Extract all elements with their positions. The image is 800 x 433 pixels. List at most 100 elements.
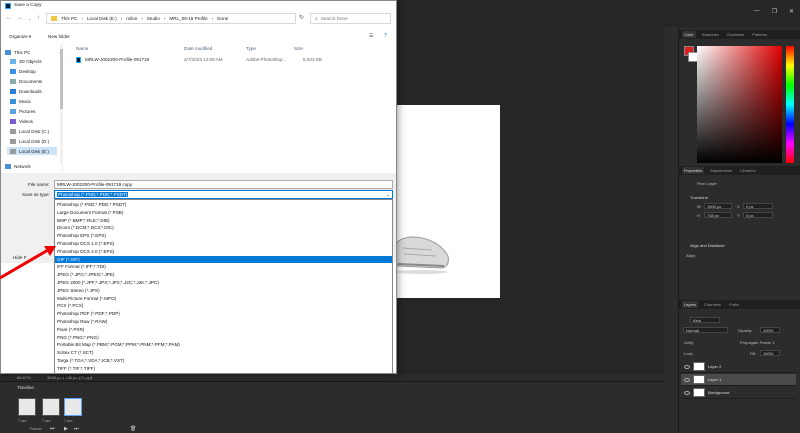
up-folder-icon[interactable]: ↑	[37, 15, 40, 21]
sidebar-item-disk-c[interactable]: Local Disk (C:)	[10, 127, 49, 135]
file-type-option[interactable]: PCX (*.PCX)	[55, 302, 392, 310]
layer-name[interactable]: Background	[708, 390, 729, 395]
sidebar-item-this-pc[interactable]: This PC	[5, 48, 30, 56]
frame-delay-2[interactable]: 7 sec.	[42, 419, 51, 423]
organize-button[interactable]: Organize ▾	[9, 34, 31, 40]
tab-patterns[interactable]: Patterns	[750, 31, 769, 38]
file-type-option[interactable]: Photoshop Raw (*.RAW)	[55, 318, 392, 326]
file-type-option[interactable]: JPEG (*.JPG;*.JPEG;*.JPE)	[55, 271, 392, 279]
file-type-option[interactable]: Photoshop DCS 2.0 (*.EPS)	[55, 248, 392, 256]
help-icon[interactable]: ?	[384, 33, 387, 39]
file-type-option[interactable]: Multi-Picture Format (*.MPO)	[55, 295, 392, 303]
minimize-icon[interactable]: —	[754, 8, 760, 18]
file-type-option[interactable]: Photoshop EPS (*.EPS)	[55, 232, 392, 240]
play-icon[interactable]: ▶	[64, 426, 68, 432]
blend-mode-select[interactable]: Normal	[683, 327, 728, 333]
column-date[interactable]: Date modified	[184, 46, 212, 51]
breadcrumb-item[interactable]: milon	[126, 16, 137, 21]
color-picker-field[interactable]	[697, 46, 782, 163]
tab-adjustments[interactable]: Adjustments	[708, 167, 734, 174]
tab-layers[interactable]: Layers	[682, 301, 699, 308]
layer-row[interactable]: Background	[681, 387, 796, 399]
hue-slider[interactable]	[786, 46, 794, 163]
layer-row[interactable]: Layer 1	[681, 374, 796, 386]
search-input[interactable]: ⌕ Search Done	[310, 13, 391, 24]
fill-field[interactable]: 100%	[760, 350, 780, 356]
breadcrumb-item[interactable]: Studio	[147, 16, 160, 21]
eye-icon[interactable]	[684, 390, 690, 395]
layer-name[interactable]: Layer 2	[708, 364, 721, 369]
file-type-option[interactable]: Pixar (*.PXR)	[55, 326, 392, 334]
timeline-frame-1[interactable]	[18, 398, 36, 416]
layer-kind-filter[interactable]: Kind	[690, 317, 720, 323]
frame-delay-3[interactable]: 7 sec.	[64, 419, 73, 423]
sidebar-item-3d-objects[interactable]: 3D Objects	[10, 57, 42, 65]
save-type-select[interactable]: Photoshop (*.PSD;*.PDD;*.PSDT) ⌄	[54, 190, 393, 199]
file-type-option[interactable]: TIFF (*.TIF;*.TIFF)	[55, 365, 392, 373]
opacity-field[interactable]: 100%	[760, 327, 780, 333]
tab-paths[interactable]: Paths	[727, 301, 741, 308]
tab-color[interactable]: Color	[682, 31, 696, 38]
breadcrumb-item[interactable]: Local Disk (E:)	[87, 16, 117, 21]
sidebar-item-downloads[interactable]: Downloads	[10, 87, 42, 95]
breadcrumb-item[interactable]: Done	[217, 16, 228, 21]
sidebar-item-music[interactable]: Music	[10, 97, 31, 105]
column-type[interactable]: Type	[246, 46, 256, 51]
breadcrumb-item[interactable]: MRL_09-18 Profile	[169, 16, 207, 21]
file-type-option[interactable]: Large Document Format (*.PSB)	[55, 209, 392, 217]
file-type-option[interactable]: Photoshop (*.PSD;*.PDD;*.PSDT)	[55, 201, 392, 209]
file-type-option[interactable]: Portable Bit Map (*.PBM;*.PGM;*.PPM;*.PN…	[55, 341, 392, 349]
timeline-frame-2[interactable]	[42, 398, 60, 416]
file-row[interactable]: MRLW-J002200-Profile-091719 2/7/2023 12:…	[71, 56, 331, 65]
eye-icon[interactable]	[684, 364, 690, 369]
delete-frame-icon[interactable]: 🗑	[130, 426, 136, 432]
file-type-option[interactable]: Scitex CT (*.SCT)	[55, 349, 392, 357]
file-type-option[interactable]: PNG (*.PNG;*.PNG)	[55, 334, 392, 342]
sidebar-item-videos[interactable]: Videos	[10, 117, 33, 125]
file-type-option[interactable]: Dicom (*.DCM;*.DC3;*.DIC)	[55, 224, 392, 232]
new-folder-button[interactable]: New folder	[48, 34, 70, 39]
tab-properties[interactable]: Properties	[682, 167, 705, 174]
sidebar-item-disk-e[interactable]: Local Disk (E:)	[7, 147, 57, 155]
view-options-icon[interactable]: ☰	[369, 33, 373, 39]
tab-channels[interactable]: Channels	[702, 301, 723, 308]
file-type-option[interactable]: Photoshop DCS 1.0 (*.EPS)	[55, 240, 392, 248]
next-frame-icon[interactable]: ⏭	[74, 426, 79, 432]
refresh-icon[interactable]: ↻	[299, 14, 304, 21]
back-icon[interactable]: ←	[6, 15, 12, 21]
file-type-option[interactable]: IFF Format (*.IFF;*.TDI)	[55, 263, 392, 271]
file-type-option[interactable]: GIF (*.GIF)	[55, 255, 392, 264]
file-type-option[interactable]: BMP (*.BMP;*.RLE;*.DIB)	[55, 217, 392, 225]
width-field[interactable]: 1500 px	[704, 203, 732, 209]
loop-select[interactable]: Forever	[30, 427, 42, 431]
y-field[interactable]: 0 px	[743, 212, 773, 218]
breadcrumb-item[interactable]: This PC	[61, 16, 77, 21]
zoom-level[interactable]: 66.67%	[17, 375, 31, 380]
file-type-option[interactable]: Photoshop PDF (*.PDF;*.PDP)	[55, 310, 392, 318]
file-name-input[interactable]: MRLW-J002200-Profile-091719 copy	[54, 180, 393, 189]
file-type-option[interactable]: JPEG Stereo (*.JPS)	[55, 287, 392, 295]
tab-swatches[interactable]: Swatches	[700, 31, 721, 38]
close-icon[interactable]: ✕	[789, 8, 794, 18]
forward-icon[interactable]: →	[17, 15, 23, 21]
tab-libraries[interactable]: Libraries	[738, 167, 757, 174]
column-name[interactable]: Name	[76, 46, 88, 51]
recent-locations-icon[interactable]: ⌄	[28, 16, 31, 21]
sidebar-item-disk-d[interactable]: Local Disk (D:)	[10, 137, 49, 145]
file-type-option[interactable]: JPEG 2000 (*.JPF;*.JPX;*.JP2;*.J2C;*.J2K…	[55, 279, 392, 287]
x-field[interactable]: 0 px	[743, 203, 773, 209]
frame-delay-1[interactable]: 7 sec.	[18, 419, 27, 423]
layer-name[interactable]: Layer 1	[708, 377, 721, 382]
layer-row[interactable]: Layer 2	[681, 361, 796, 373]
sidebar-scrollbar[interactable]	[60, 45, 63, 165]
height-field[interactable]: 738 px	[704, 212, 732, 218]
sidebar-item-pictures[interactable]: Pictures	[10, 107, 36, 115]
sidebar-item-network[interactable]: Network	[5, 162, 31, 170]
propagate-frame-checkbox[interactable]: Propagate Frame 1	[740, 340, 774, 345]
restore-icon[interactable]: ❐	[772, 8, 777, 18]
tab-gradients[interactable]: Gradients	[725, 31, 746, 38]
first-frame-icon[interactable]: ⏮	[50, 426, 55, 432]
file-type-option[interactable]: WebP (*.WEBP)	[55, 373, 392, 381]
breadcrumb[interactable]: This PC › Local Disk (E:) › milon › Studio ›…	[46, 13, 296, 24]
timeline-frame-3[interactable]	[64, 398, 82, 416]
